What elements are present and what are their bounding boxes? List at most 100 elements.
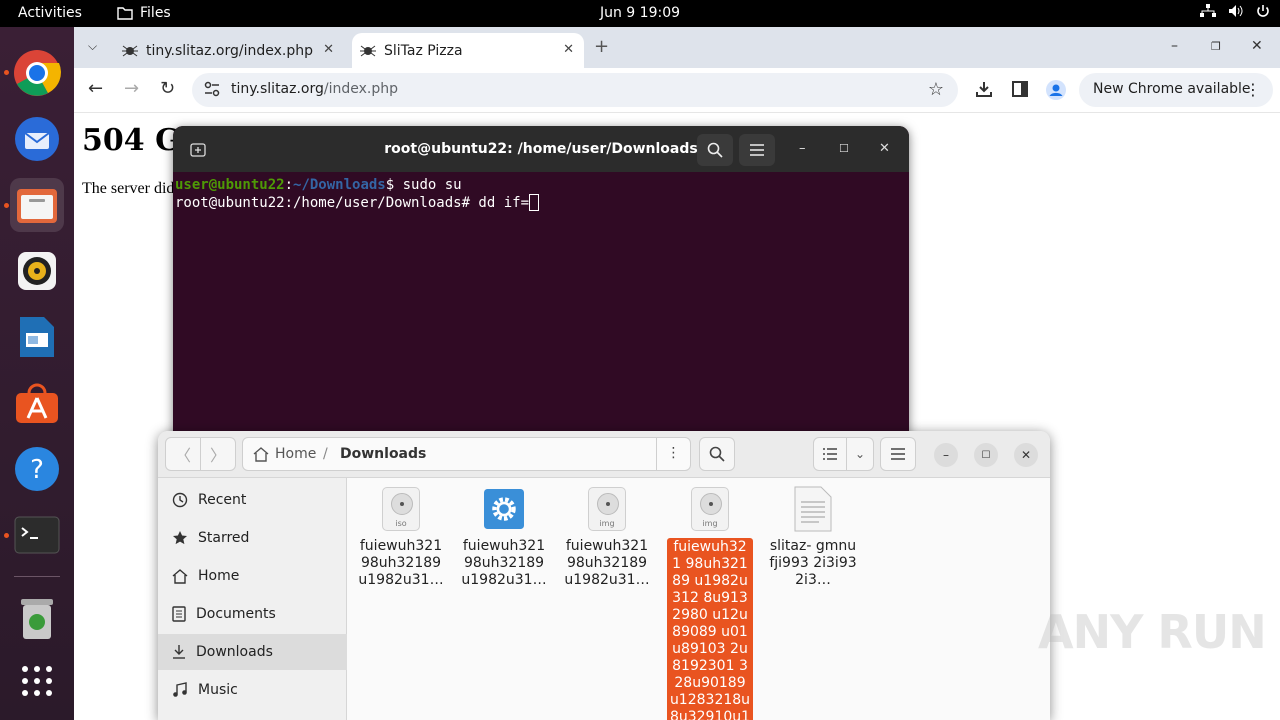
new-terminal-tab-button[interactable] bbox=[183, 136, 213, 164]
profile-avatar-icon[interactable] bbox=[1046, 80, 1066, 100]
tab-title: SliTaz Pizza bbox=[384, 42, 463, 59]
dock-writer[interactable] bbox=[10, 310, 64, 364]
clock[interactable]: Jun 9 19:09 bbox=[600, 5, 680, 21]
document-icon bbox=[172, 606, 186, 622]
more-vert-icon[interactable]: ⋮ bbox=[1245, 80, 1261, 99]
sidebar-item-label: Recent bbox=[198, 492, 247, 508]
app-menu[interactable]: Files bbox=[117, 5, 171, 21]
address-bar[interactable]: tiny.slitaz.org/index.php ☆ bbox=[192, 73, 958, 107]
url-text: tiny.slitaz.org/index.php bbox=[231, 81, 398, 97]
file-item[interactable]: fuiewuh321 98uh32189 u1982u31… bbox=[459, 486, 549, 589]
minimize-icon[interactable]: – bbox=[1171, 38, 1178, 54]
watermark-logo: ANY RUN bbox=[1038, 605, 1267, 659]
close-icon[interactable]: ✕ bbox=[879, 141, 890, 156]
main-menu-button[interactable] bbox=[880, 437, 916, 471]
sidebar-item-downloads[interactable]: Downloads bbox=[158, 634, 347, 670]
url-path: /index.php bbox=[323, 81, 399, 97]
tab-close-icon[interactable]: ✕ bbox=[323, 42, 334, 57]
tab-search-icon[interactable]: ⌵ bbox=[88, 39, 97, 54]
sidebar-item-label: Music bbox=[198, 682, 238, 698]
thunderbird-icon bbox=[15, 117, 59, 161]
show-apps-button[interactable] bbox=[10, 654, 64, 708]
path-home[interactable]: Home bbox=[253, 446, 316, 462]
dock-help[interactable]: ? bbox=[10, 442, 64, 496]
file-name: fuiewuh321 98uh32189 u1982u31… bbox=[564, 538, 650, 588]
disc-image-icon: iso bbox=[382, 487, 420, 531]
reload-icon[interactable]: ↻ bbox=[160, 78, 175, 99]
spider-favicon-icon bbox=[360, 45, 376, 56]
browser-toolbar: ← → ↻ tiny.slitaz.org/index.php ☆ New Ch… bbox=[74, 68, 1280, 113]
new-chrome-available-button[interactable]: New Chrome available ⋮ bbox=[1079, 73, 1273, 107]
page-text: The server did bbox=[82, 180, 175, 197]
sidebar-item-documents[interactable]: Documents bbox=[158, 596, 347, 632]
sidebar-item-music[interactable]: Music bbox=[158, 672, 347, 708]
close-icon[interactable]: ✕ bbox=[1251, 38, 1263, 54]
back-arrow-icon[interactable]: ← bbox=[88, 78, 103, 99]
system-tray[interactable] bbox=[1200, 4, 1270, 18]
dock-chrome[interactable] bbox=[10, 46, 64, 100]
terminal-line: root@ubuntu22:/home/user/Downloads# dd i… bbox=[175, 194, 540, 212]
sidebar-item-starred[interactable]: Starred bbox=[158, 520, 347, 556]
file-item[interactable]: iso fuiewuh321 98uh32189 u1982u31… bbox=[356, 486, 446, 589]
top-bar: Activities Files Jun 9 19:09 bbox=[0, 0, 1280, 27]
site-info-icon[interactable] bbox=[204, 81, 220, 97]
running-indicator bbox=[4, 70, 9, 75]
new-tab-plus-icon[interactable]: + bbox=[594, 36, 609, 57]
writer-icon bbox=[20, 317, 54, 357]
file-grid: iso fuiewuh321 98uh32189 u1982u31… fuiew… bbox=[348, 478, 1050, 720]
path-bar[interactable]: Home / Downloads ⋮ bbox=[242, 437, 691, 471]
dock-thunderbird[interactable] bbox=[10, 112, 64, 166]
view-list-button[interactable] bbox=[813, 437, 847, 471]
minimize-icon[interactable]: – bbox=[934, 443, 958, 467]
prompt-colon: : bbox=[284, 177, 294, 193]
sidebar-item-home[interactable]: Home bbox=[158, 558, 347, 594]
maximize-icon[interactable]: ☐ bbox=[839, 142, 849, 155]
forward-button[interactable]: 〉 bbox=[200, 437, 236, 471]
path-home-label: Home bbox=[275, 446, 317, 462]
sidebar-item-label: Documents bbox=[196, 606, 276, 622]
side-panel-icon[interactable] bbox=[1011, 80, 1029, 98]
files-icon bbox=[17, 189, 57, 223]
files-window[interactable]: 〈 〉 Home / Downloads ⋮ ⌄ – ☐ ✕ Recent St… bbox=[158, 431, 1050, 720]
bookmark-star-icon[interactable]: ☆ bbox=[928, 79, 944, 100]
path-current[interactable]: Downloads bbox=[340, 446, 426, 462]
file-name: fuiewuh321 98uh32189 u1982u312 8u9132980… bbox=[667, 538, 753, 720]
tab-tiny-slitaz[interactable]: tiny.slitaz.org/index.php ✕ bbox=[114, 33, 344, 68]
file-item-selected[interactable]: img fuiewuh321 98uh32189 u1982u312 8u913… bbox=[665, 486, 755, 720]
path-menu-icon[interactable]: ⋮ bbox=[656, 438, 690, 470]
terminal-window[interactable]: root@ubuntu22: /home/user/Downloads – ☐ … bbox=[173, 126, 909, 446]
home-icon bbox=[172, 568, 188, 584]
volume-icon bbox=[1229, 5, 1243, 17]
dock-trash[interactable] bbox=[10, 592, 64, 646]
sidebar-item-recent[interactable]: Recent bbox=[158, 482, 347, 518]
app-center-icon bbox=[16, 383, 58, 423]
clock-icon bbox=[172, 492, 188, 508]
forward-arrow-icon[interactable]: → bbox=[124, 78, 139, 99]
terminal-search-button[interactable] bbox=[697, 134, 733, 166]
dock-app-center[interactable] bbox=[10, 376, 64, 430]
activities-button[interactable]: Activities bbox=[18, 5, 82, 21]
minimize-icon[interactable]: – bbox=[799, 141, 806, 156]
restore-icon[interactable]: ❐ bbox=[1211, 40, 1221, 53]
tab-slitaz-pizza[interactable]: SliTaz Pizza ✕ bbox=[352, 33, 584, 68]
search-button[interactable] bbox=[699, 437, 735, 471]
text-file-icon bbox=[794, 486, 832, 532]
view-options-chevron-down-icon[interactable]: ⌄ bbox=[846, 437, 874, 471]
terminal-output[interactable]: user@ubuntu22:~/Downloads$ sudo su root@u… bbox=[175, 176, 540, 212]
terminal-menu-button[interactable] bbox=[739, 134, 775, 166]
dock-rhythmbox[interactable] bbox=[10, 244, 64, 298]
star-icon bbox=[173, 531, 187, 545]
file-item[interactable]: slitaz- gmnufji993 2i3i932i3… bbox=[768, 486, 858, 589]
back-button[interactable]: 〈 bbox=[165, 437, 201, 471]
download-icon[interactable] bbox=[975, 80, 993, 98]
url-host: tiny.slitaz.org bbox=[231, 81, 324, 97]
dock-terminal[interactable] bbox=[10, 508, 64, 562]
file-item[interactable]: img fuiewuh321 98uh32189 u1982u31… bbox=[562, 486, 652, 589]
sidebar-item-label: Home bbox=[198, 568, 240, 584]
maximize-icon[interactable]: ☐ bbox=[974, 443, 998, 467]
chrome-icon bbox=[14, 50, 61, 96]
close-icon[interactable]: ✕ bbox=[1014, 443, 1038, 467]
search-icon bbox=[709, 446, 725, 462]
dock-files[interactable] bbox=[10, 178, 64, 232]
tab-close-icon[interactable]: ✕ bbox=[563, 42, 574, 57]
